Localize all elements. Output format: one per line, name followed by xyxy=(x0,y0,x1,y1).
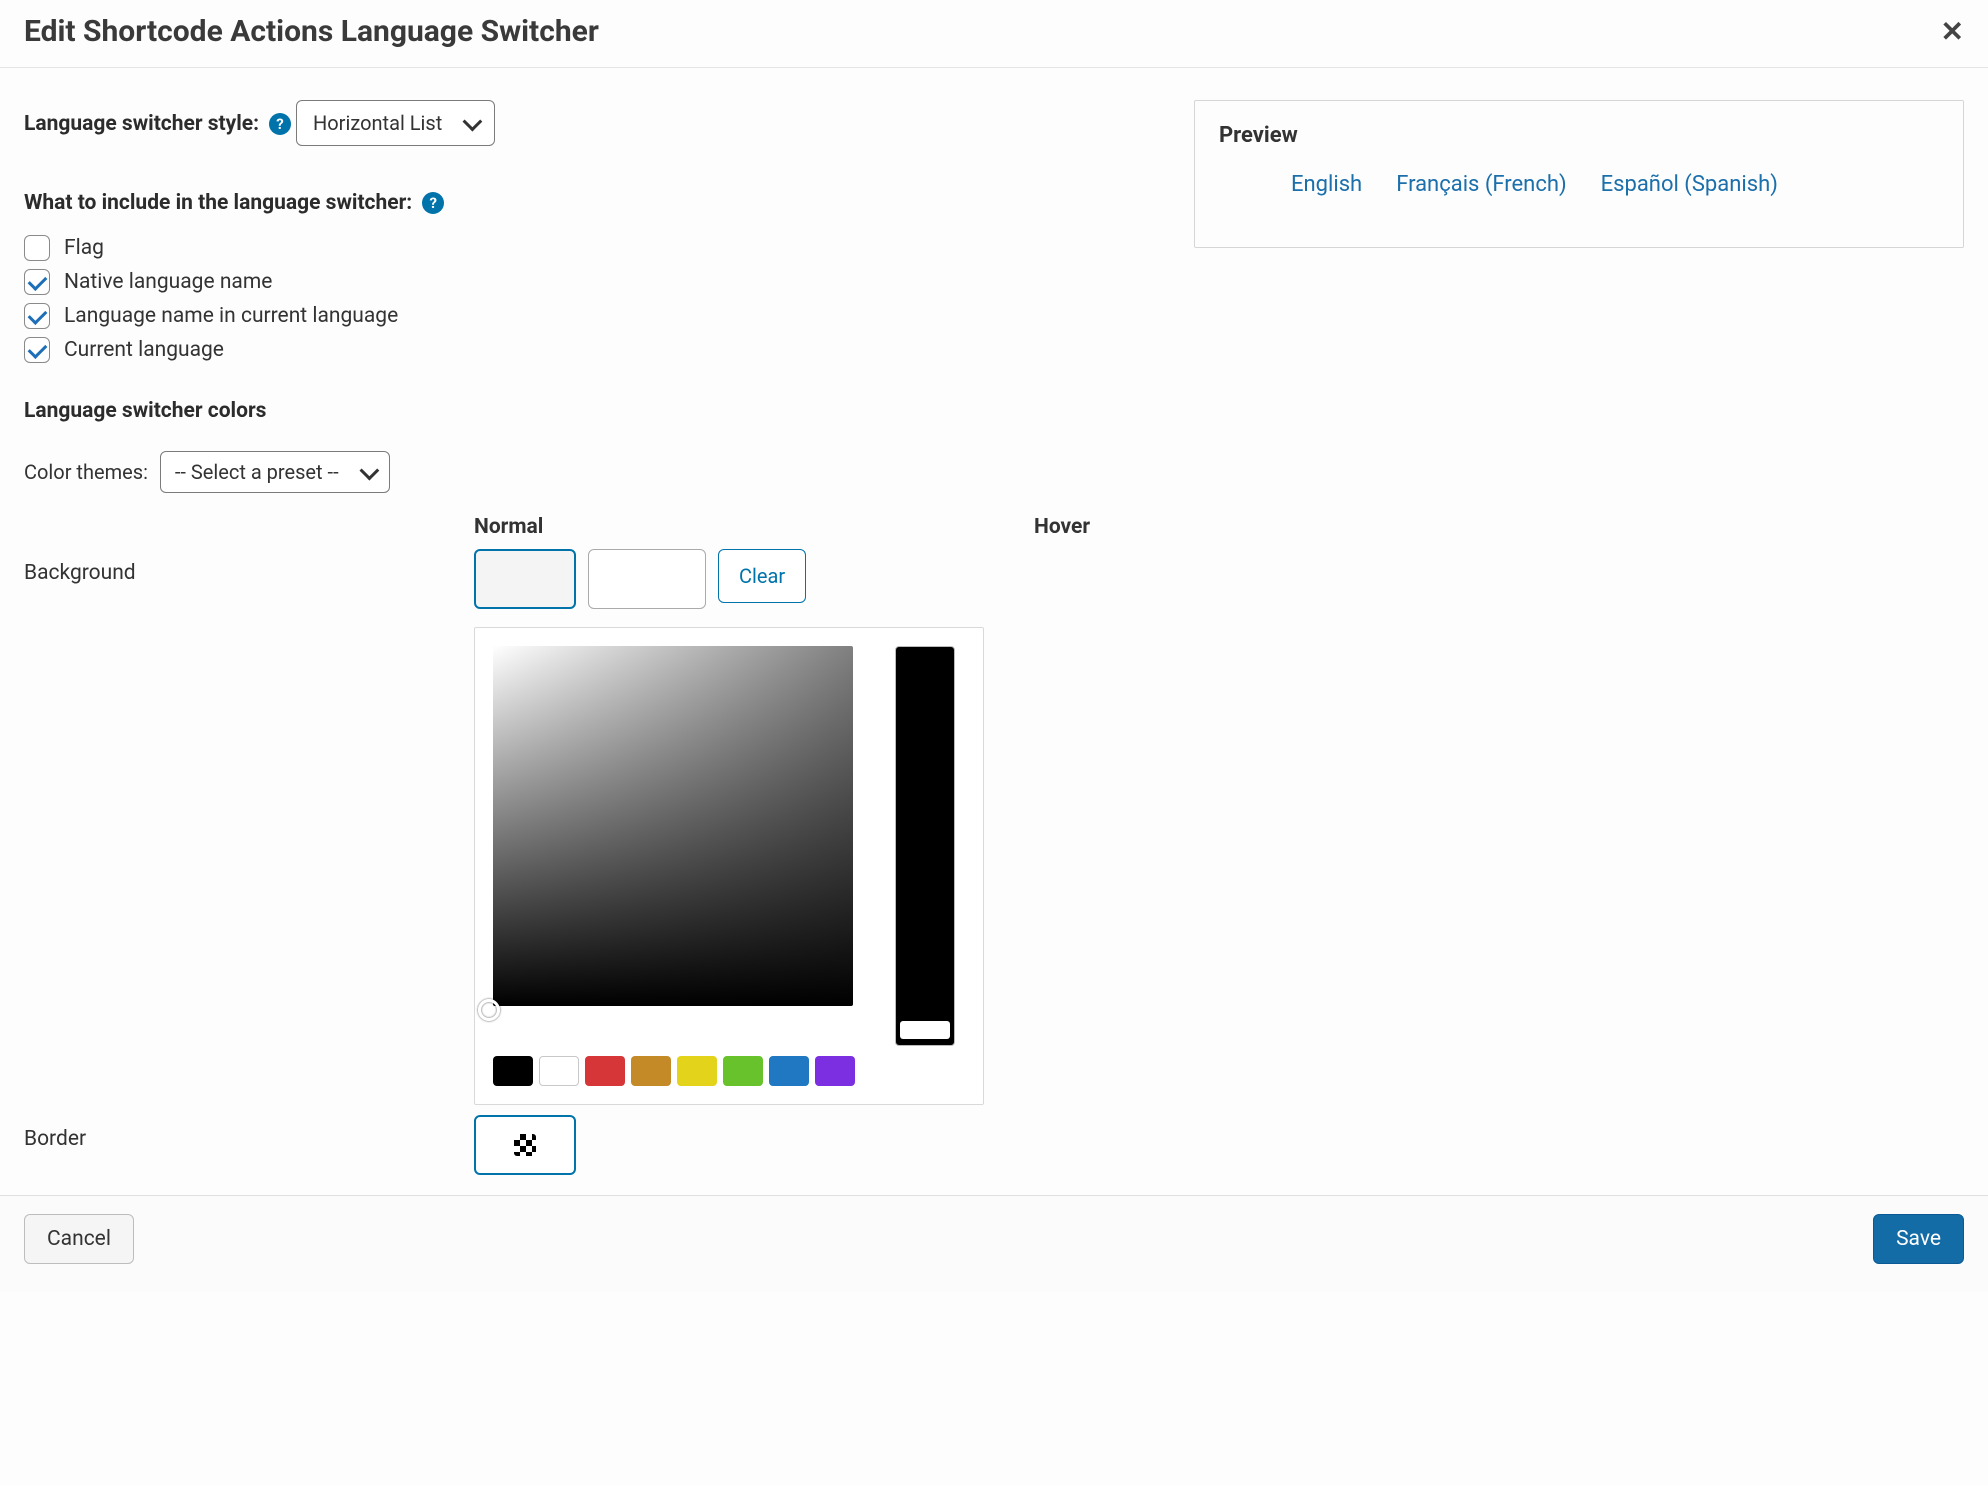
colors-title: Language switcher colors xyxy=(24,399,1174,423)
col-normal: Normal xyxy=(474,515,1034,539)
transparent-icon xyxy=(514,1134,536,1156)
include-label: What to include in the language switcher… xyxy=(24,191,444,215)
col-hover: Hover xyxy=(1034,515,1174,539)
dialog-title: Edit Shortcode Actions Language Switcher xyxy=(24,14,599,49)
checkbox-icon xyxy=(24,337,50,363)
preset-swatch[interactable] xyxy=(723,1056,763,1086)
checkbox-icon xyxy=(24,269,50,295)
chevron-down-icon xyxy=(359,461,379,481)
preview-column: Preview English Français (French) Españo… xyxy=(1194,100,1964,1185)
checkbox-current-lang[interactable]: Current language xyxy=(24,337,1174,363)
background-row: Background Clear xyxy=(24,549,1174,1105)
preset-swatch[interactable] xyxy=(815,1056,855,1086)
style-label: Language switcher style: ? xyxy=(24,112,291,136)
save-button[interactable]: Save xyxy=(1873,1214,1964,1264)
checkbox-label: Flag xyxy=(64,236,104,260)
dialog: Edit Shortcode Actions Language Switcher… xyxy=(0,0,1988,1292)
background-normal-swatch-alt[interactable] xyxy=(588,549,706,609)
checkbox-label: Language name in current language xyxy=(64,304,398,328)
checkbox-label: Native language name xyxy=(64,270,272,294)
cancel-button[interactable]: Cancel xyxy=(24,1214,134,1264)
clear-button[interactable]: Clear xyxy=(718,549,806,603)
style-label-text: Language switcher style: xyxy=(24,112,259,136)
preview-language-link[interactable]: English xyxy=(1291,172,1362,197)
saturation-value-panel[interactable] xyxy=(493,646,853,1006)
hue-slider[interactable] xyxy=(895,646,955,1046)
background-normal-cell: Clear xyxy=(474,549,1034,1105)
background-label: Background xyxy=(24,549,474,585)
preset-swatch[interactable] xyxy=(539,1056,579,1086)
checkbox-native[interactable]: Native language name xyxy=(24,269,1174,295)
color-theme-value: -- Select a preset -- xyxy=(175,460,339,484)
help-icon[interactable]: ? xyxy=(269,113,291,135)
border-normal-swatch[interactable] xyxy=(474,1115,576,1175)
dialog-header: Edit Shortcode Actions Language Switcher… xyxy=(0,0,1988,68)
style-select[interactable]: Horizontal List xyxy=(296,100,495,146)
background-normal-swatch[interactable] xyxy=(474,549,576,609)
checkbox-flag[interactable]: Flag xyxy=(24,235,1174,261)
preview-language-link[interactable]: Español (Spanish) xyxy=(1601,172,1778,197)
checkbox-label: Current language xyxy=(64,338,224,362)
border-row: Border xyxy=(24,1115,1174,1175)
preset-swatch[interactable] xyxy=(769,1056,809,1086)
preset-row xyxy=(493,1056,965,1086)
checkbox-current-name[interactable]: Language name in current language xyxy=(24,303,1174,329)
preset-swatch[interactable] xyxy=(585,1056,625,1086)
border-label: Border xyxy=(24,1115,474,1151)
chevron-down-icon xyxy=(463,112,483,132)
help-icon[interactable]: ? xyxy=(422,192,444,214)
preset-swatch[interactable] xyxy=(631,1056,671,1086)
color-picker xyxy=(474,627,984,1105)
preview-language-link[interactable]: Français (French) xyxy=(1396,172,1566,197)
settings-column: Language switcher style: ? Horizontal Li… xyxy=(24,100,1174,1185)
checkbox-icon xyxy=(24,235,50,261)
include-label-text: What to include in the language switcher… xyxy=(24,191,412,215)
dialog-body: Language switcher style: ? Horizontal Li… xyxy=(0,68,1988,1195)
dialog-footer: Cancel Save xyxy=(0,1195,1988,1292)
preview-language-list: English Français (French) Español (Spani… xyxy=(1219,172,1939,197)
color-theme-label: Color themes: xyxy=(24,460,148,484)
color-theme-row: Color themes: -- Select a preset -- xyxy=(24,451,1174,493)
preview-title: Preview xyxy=(1219,123,1939,148)
style-select-value: Horizontal List xyxy=(313,111,442,135)
hue-cursor-icon xyxy=(900,1021,950,1039)
sv-cursor-icon xyxy=(478,999,500,1021)
preset-swatch[interactable] xyxy=(677,1056,717,1086)
preview-box: Preview English Français (French) Españo… xyxy=(1194,100,1964,248)
preset-swatch[interactable] xyxy=(493,1056,533,1086)
color-theme-select[interactable]: -- Select a preset -- xyxy=(160,451,390,493)
checkbox-icon xyxy=(24,303,50,329)
color-columns-header: Normal Hover xyxy=(24,515,1174,539)
close-icon[interactable]: ✕ xyxy=(1941,18,1964,46)
border-normal-cell xyxy=(474,1115,1034,1175)
